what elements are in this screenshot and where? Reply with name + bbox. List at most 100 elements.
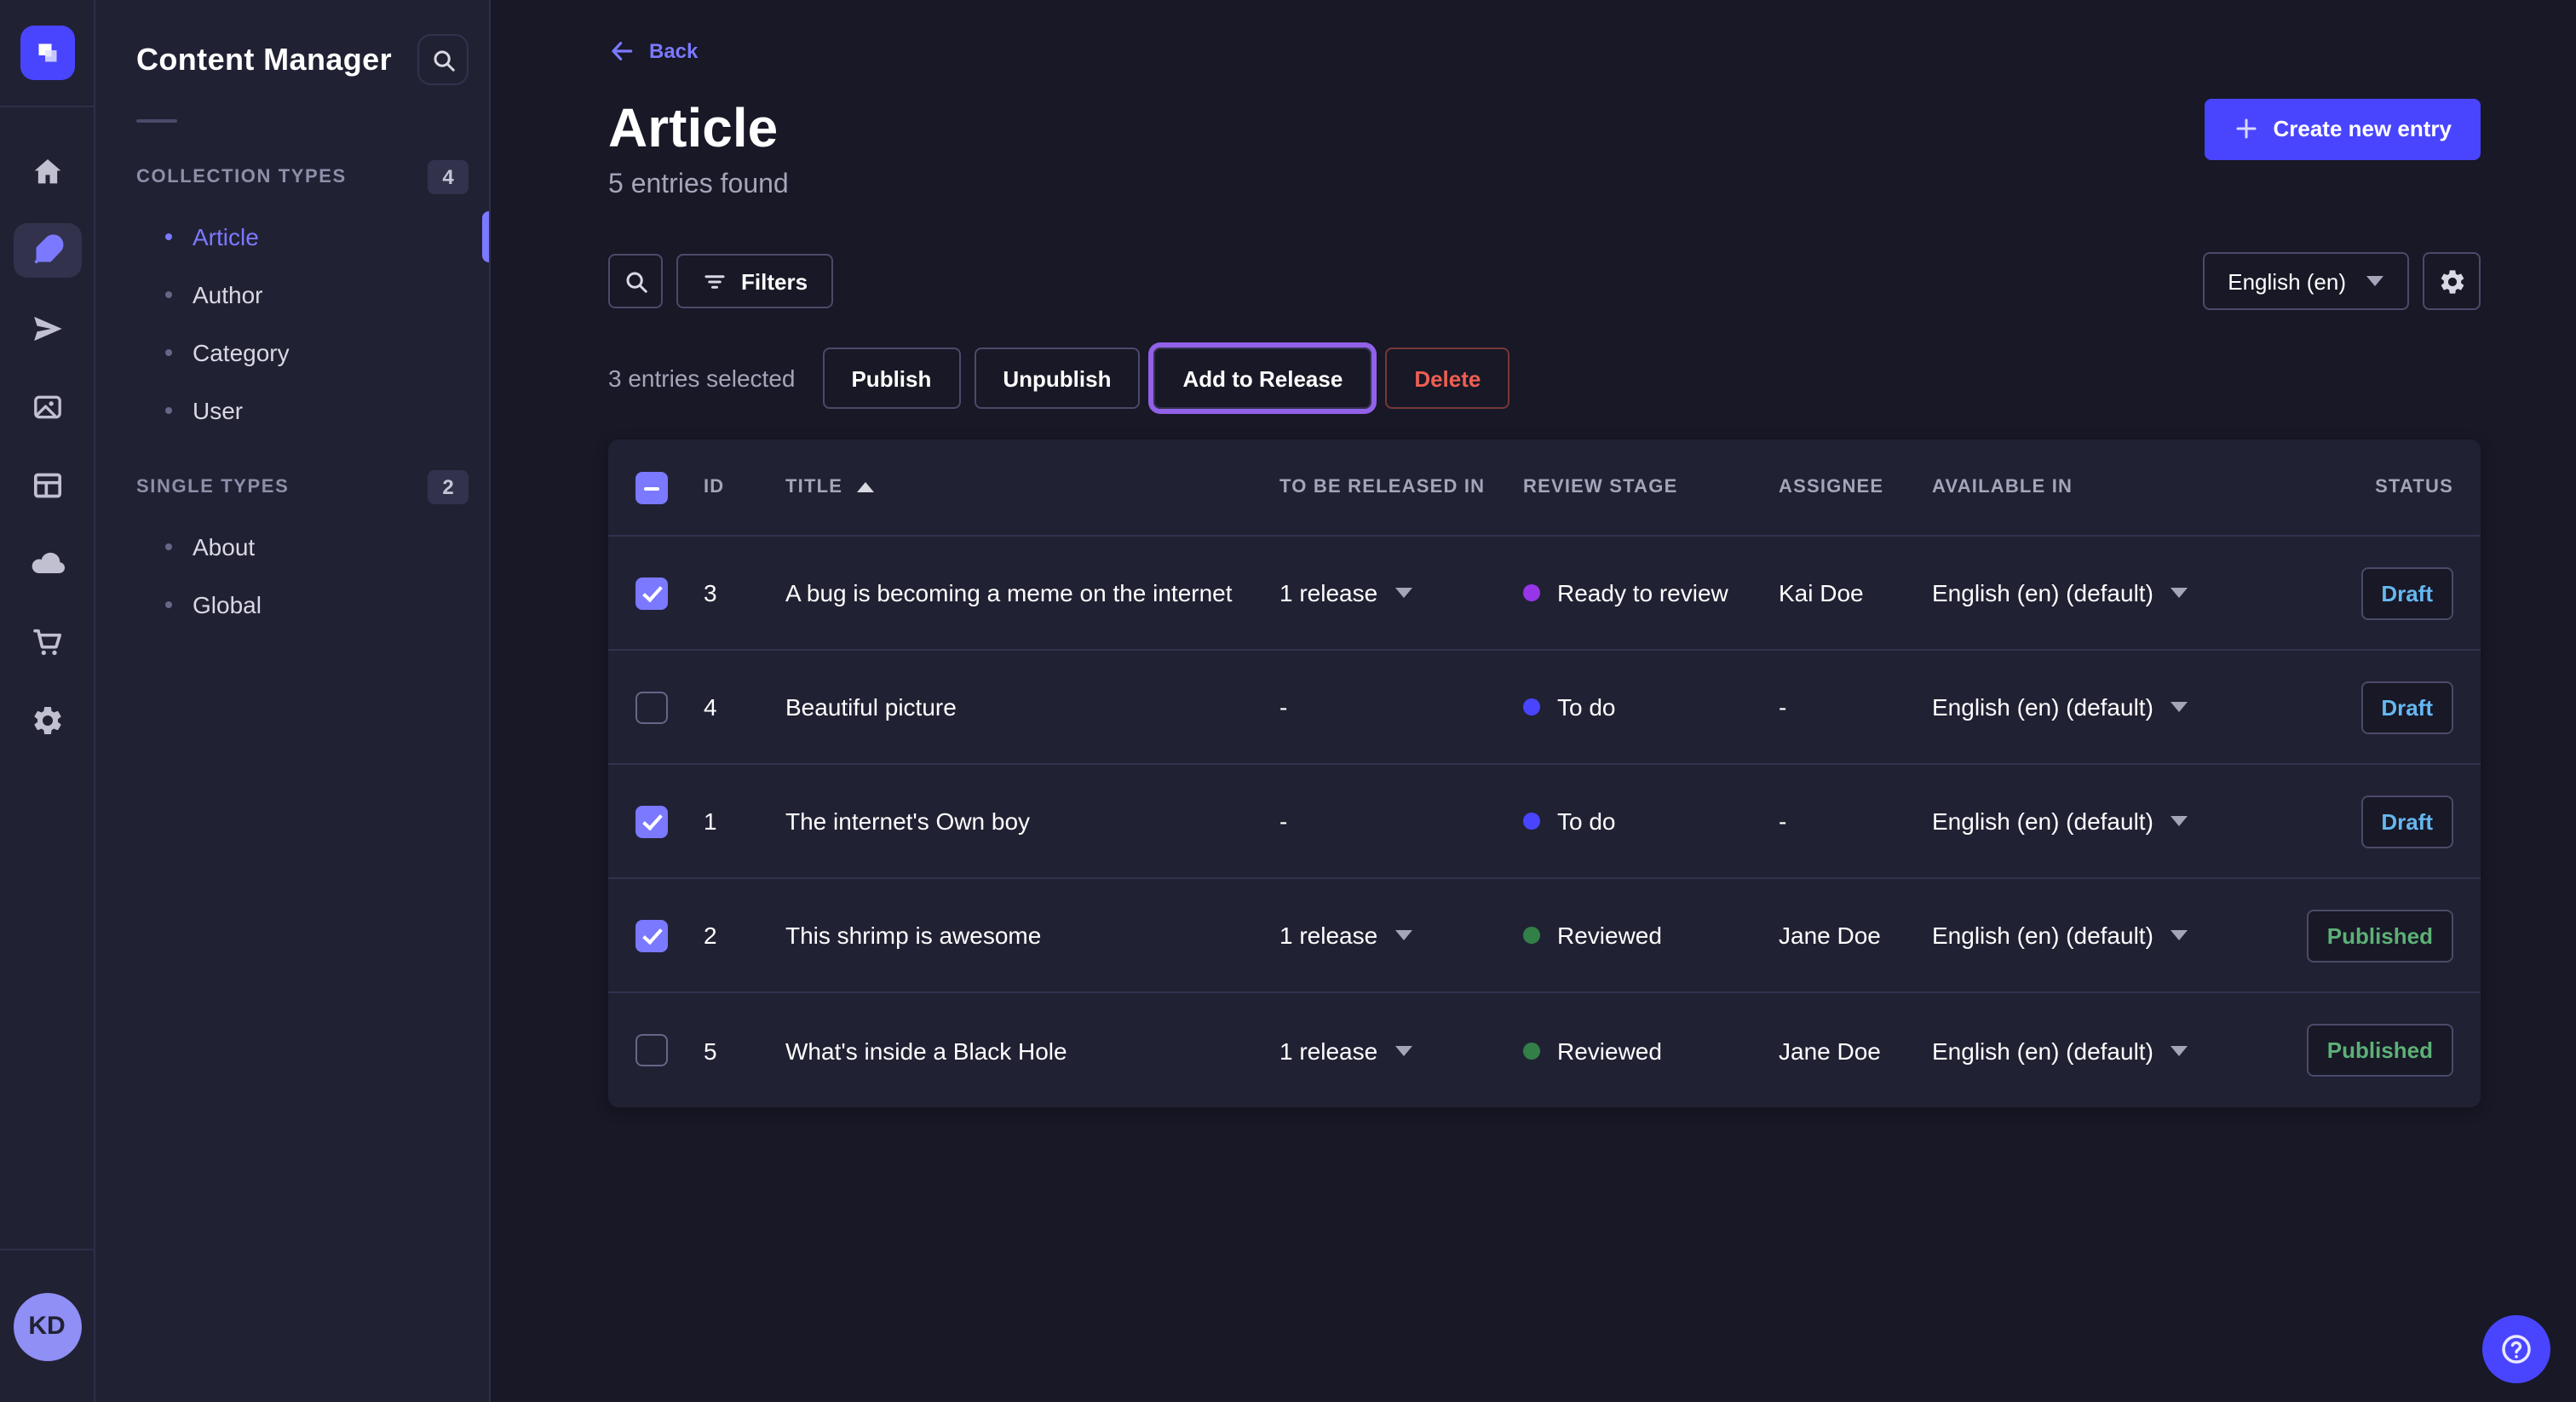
cell-title: The internet's Own boy — [785, 807, 1279, 835]
table-row[interactable]: 4 Beautiful picture - To do - English (e… — [608, 651, 2481, 765]
sidebar-item-list: About Global — [95, 518, 489, 634]
table-row[interactable]: 1 The internet's Own boy - To do - Engli… — [608, 765, 2481, 879]
cell-id: 4 — [704, 693, 785, 721]
selection-count-text: 3 entries selected — [608, 365, 795, 392]
cell-release[interactable]: 1 release — [1279, 922, 1523, 949]
sidebar-section-count-badge: 2 — [428, 470, 469, 504]
sidebar-item-list: Article Author Category User — [95, 208, 489, 440]
sidebar-item-label: User — [193, 397, 243, 424]
help-button[interactable] — [2482, 1315, 2550, 1383]
entries-count-subtitle: 5 entries found — [608, 170, 2481, 201]
sidebar-item-user[interactable]: User — [95, 382, 489, 440]
sidebar-title: Content Manager — [136, 42, 392, 78]
locale-select[interactable]: English (en) — [2202, 252, 2409, 310]
question-circle-icon — [2499, 1332, 2533, 1366]
sort-ascending-icon[interactable] — [856, 482, 873, 492]
table-search-icon[interactable] — [608, 254, 663, 308]
nav-rail: KD — [0, 0, 95, 1402]
row-checkbox[interactable] — [635, 1034, 668, 1066]
bullet-icon — [165, 543, 172, 550]
search-icon[interactable] — [417, 34, 469, 85]
chevron-down-icon — [2366, 276, 2383, 286]
status-badge: Draft — [2360, 795, 2453, 848]
cell-title: What's inside a Black Hole — [785, 1037, 1279, 1064]
cell-available-in[interactable]: English (en) (default) — [1932, 693, 2302, 721]
sidebar-item-label: About — [193, 533, 255, 560]
sidebar-item-about[interactable]: About — [95, 518, 489, 576]
bullet-icon — [165, 233, 172, 240]
feather-content-icon[interactable] — [13, 223, 81, 278]
paper-plane-icon[interactable] — [13, 302, 81, 356]
chevron-down-icon — [2171, 930, 2188, 940]
sidebar-item-category[interactable]: Category — [95, 324, 489, 382]
gear-settings-icon[interactable] — [13, 693, 81, 748]
table-row[interactable]: 3 A bug is becoming a meme on the intern… — [608, 537, 2481, 651]
cell-available-in[interactable]: English (en) (default) — [1932, 922, 2302, 949]
stage-dot-icon — [1523, 698, 1540, 715]
media-images-icon[interactable] — [13, 380, 81, 434]
sidebar-item-article[interactable]: Article — [95, 208, 489, 266]
back-link[interactable]: Back — [608, 37, 698, 65]
row-checkbox[interactable] — [635, 805, 668, 837]
layout-builder-icon[interactable] — [13, 458, 81, 513]
status-badge: Draft — [2360, 566, 2453, 619]
cell-assignee: - — [1779, 693, 1932, 721]
sidebar-item-label: Author — [193, 281, 263, 308]
cell-assignee: Jane Doe — [1779, 922, 1932, 949]
content-manager-sidebar: Content Manager COLLECTION TYPES 4 Artic… — [95, 0, 491, 1402]
cell-review-stage: Ready to review — [1523, 579, 1779, 606]
plus-icon — [2234, 116, 2259, 141]
add-to-release-button[interactable]: Add to Release — [1153, 348, 1371, 409]
chevron-down-icon — [1394, 1045, 1412, 1055]
status-badge: Published — [2307, 1024, 2453, 1077]
cell-title: This shrimp is awesome — [785, 922, 1279, 949]
view-settings-gear-icon[interactable] — [2423, 252, 2481, 310]
sidebar-item-global[interactable]: Global — [95, 576, 489, 634]
delete-button[interactable]: Delete — [1385, 348, 1509, 409]
user-avatar[interactable]: KD — [13, 1292, 81, 1360]
main-content: Back Article Create new entry 5 entries … — [491, 0, 2576, 1402]
row-checkbox[interactable] — [635, 691, 668, 723]
cell-release[interactable]: 1 release — [1279, 1037, 1523, 1064]
cell-id: 2 — [704, 922, 785, 949]
table-body: 3 A bug is becoming a meme on the intern… — [608, 537, 2481, 1107]
select-all-checkbox[interactable] — [635, 471, 668, 503]
publish-button[interactable]: Publish — [822, 348, 960, 409]
table-row[interactable]: 2 This shrimp is awesome 1 release Revie… — [608, 879, 2481, 993]
cell-review-stage: Reviewed — [1523, 922, 1779, 949]
cell-available-in[interactable]: English (en) (default) — [1932, 579, 2302, 606]
sidebar-sections: COLLECTION TYPES 4 Article Author Catego… — [95, 147, 489, 634]
entries-table: ID TITLE TO BE RELEASED IN REVIEW STAGE … — [608, 440, 2481, 1107]
home-icon[interactable] — [13, 145, 81, 199]
nav-rail-footer: KD — [0, 1249, 94, 1402]
column-header-available: AVAILABLE IN — [1932, 477, 2302, 497]
row-checkbox[interactable] — [635, 919, 668, 951]
status-badge: Published — [2307, 909, 2453, 962]
chevron-down-icon — [1394, 588, 1412, 598]
row-checkbox[interactable] — [635, 577, 668, 609]
table-row[interactable]: 5 What's inside a Black Hole 1 release R… — [608, 993, 2481, 1107]
cell-release[interactable]: 1 release — [1279, 579, 1523, 606]
cell-status: Draft — [2302, 681, 2453, 733]
unpublish-button[interactable]: Unpublish — [974, 348, 1140, 409]
sidebar-section-count-badge: 4 — [428, 160, 469, 194]
cell-available-in[interactable]: English (en) (default) — [1932, 1037, 2302, 1064]
bullet-icon — [165, 407, 172, 414]
sidebar-section-label: SINGLE TYPES — [136, 477, 289, 497]
sidebar-item-author[interactable]: Author — [95, 266, 489, 324]
filters-button[interactable]: Filters — [676, 254, 833, 308]
column-header-status: STATUS — [2302, 477, 2453, 497]
sidebar-divider — [136, 119, 177, 123]
cell-release[interactable]: - — [1279, 693, 1523, 721]
sidebar-section: SINGLE TYPES 2 About Global — [95, 457, 489, 634]
sidebar-item-label: Category — [193, 339, 290, 366]
strapi-logo-icon[interactable] — [20, 26, 74, 80]
create-new-entry-button[interactable]: Create new entry — [2205, 98, 2481, 159]
cell-available-in[interactable]: English (en) (default) — [1932, 807, 2302, 835]
selection-bar: 3 entries selected Publish Unpublish Add… — [608, 348, 2481, 409]
cell-release[interactable]: - — [1279, 807, 1523, 835]
stage-dot-icon — [1523, 584, 1540, 601]
cloud-icon[interactable] — [13, 537, 81, 591]
cell-assignee: - — [1779, 807, 1932, 835]
cart-marketplace-icon[interactable] — [13, 615, 81, 669]
